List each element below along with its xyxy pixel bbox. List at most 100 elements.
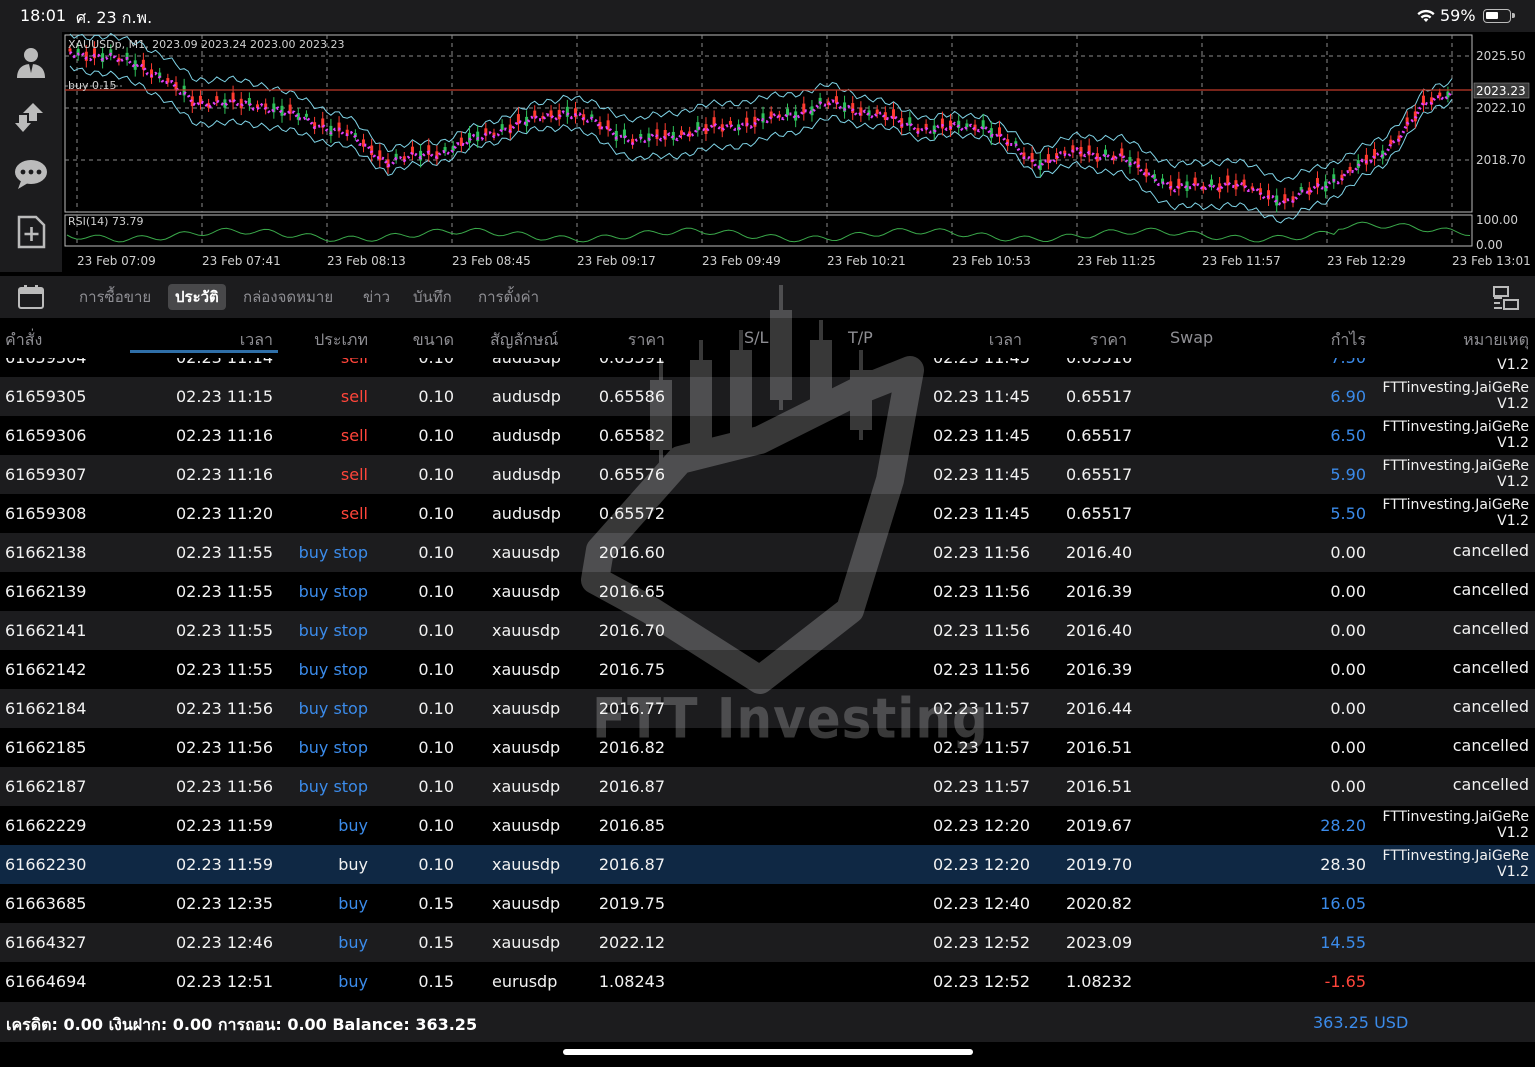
close-time: 02.23 11:45: [933, 504, 1030, 523]
history-table[interactable]: 61659304 02.23 11:14 sell 0.10 audusdp 0.6559…: [0, 358, 1535, 1002]
candle-body: [1103, 149, 1107, 155]
time-tick: 23 Feb 13:01: [1452, 254, 1531, 268]
open-time: 02.23 11:59: [176, 855, 273, 874]
profit: 6.50: [1330, 426, 1366, 445]
order-type: sell: [340, 387, 368, 406]
profit: 16.05: [1320, 894, 1366, 913]
candle-body: [655, 129, 659, 140]
open-time: 02.23 11:55: [176, 582, 273, 601]
open-time: 02.23 11:16: [176, 426, 273, 445]
order-size: 0.10: [418, 465, 454, 484]
table-row[interactable]: 61662187 02.23 11:56 buy stop 0.10 xauusdp 20…: [0, 767, 1535, 806]
col-close-time[interactable]: เวลา: [989, 328, 1022, 353]
trade-button[interactable]: [11, 97, 51, 137]
order-type: sell: [341, 358, 368, 367]
watermark-text: FTT Investing: [592, 687, 989, 751]
tab-settings[interactable]: การตั้งค่า: [471, 284, 546, 310]
tab-mailbox[interactable]: กล่องจดหมาย: [236, 284, 340, 310]
col-profit[interactable]: กำไร: [1331, 328, 1366, 353]
open-price: 1.08243: [598, 972, 665, 991]
col-comment[interactable]: หมายเหตุ: [1463, 328, 1529, 353]
table-row[interactable]: 61659308 02.23 11:20 sell 0.10 audusdp 0.6557…: [0, 494, 1535, 533]
symbol: xauusdp: [492, 660, 561, 679]
open-price: 2019.75: [598, 894, 665, 913]
order-size: 0.10: [418, 426, 454, 445]
table-row[interactable]: 61662139 02.23 11:55 buy stop 0.10 xauusdp 20…: [0, 572, 1535, 611]
col-sl[interactable]: S/L: [744, 328, 768, 347]
table-row[interactable]: 61662142 02.23 11:55 buy stop 0.10 xauusdp 20…: [0, 650, 1535, 689]
table-row[interactable]: 61662230 02.23 11:59 buy 0.10 xauusdp 2016.87…: [0, 845, 1535, 884]
order-size: 0.15: [418, 894, 454, 913]
close-price: 2016.51: [1066, 777, 1133, 796]
rsi-tick: 0.00: [1476, 238, 1503, 252]
col-size[interactable]: ขนาด: [413, 328, 454, 353]
close-price: 0.65517: [1066, 465, 1133, 484]
table-row[interactable]: 61662138 02.23 11:55 buy stop 0.10 xauusdp 20…: [0, 533, 1535, 572]
chart-canvas[interactable]: XAUUSDp, M1, 2023.09 2023.24 2023.00 202…: [62, 32, 1535, 272]
order-id: 61659305: [5, 387, 87, 406]
col-tp[interactable]: T/P: [848, 328, 873, 347]
comment-line-2: V1.2: [1497, 864, 1529, 880]
time-tick: 23 Feb 08:45: [452, 254, 531, 268]
open-time: 02.23 11:56: [176, 699, 273, 718]
open-price: 2016.65: [598, 582, 665, 601]
tab-trade[interactable]: การซื้อขาย: [72, 284, 158, 310]
profit: 0.00: [1330, 543, 1366, 562]
col-swap[interactable]: Swap: [1170, 328, 1213, 347]
order-size: 0.10: [418, 855, 454, 874]
price-tick: 2022.10: [1476, 101, 1526, 115]
comment: FTTinvesting.JaiGeReV1.2: [1382, 380, 1529, 412]
tab-journal[interactable]: บันทึก: [406, 284, 459, 310]
rsi-label: RSI(14) 73.79: [68, 215, 143, 228]
order-id: 61664327: [5, 933, 87, 952]
time-tick: 23 Feb 11:57: [1202, 254, 1281, 268]
close-price: 2016.39: [1066, 660, 1133, 679]
table-row[interactable]: 61659304 02.23 11:14 sell 0.10 audusdp 0.6559…: [0, 358, 1535, 377]
col-symbol[interactable]: สัญลักษณ์: [490, 328, 558, 353]
open-price: 2016.70: [598, 621, 665, 640]
price-chart[interactable]: XAUUSDp, M1, 2023.09 2023.24 2023.00 202…: [62, 32, 1535, 272]
table-row[interactable]: 61659305 02.23 11:15 sell 0.10 audusdp 0.6558…: [0, 377, 1535, 416]
close-price: 2023.09: [1066, 933, 1133, 952]
table-row[interactable]: 61663685 02.23 12:35 buy 0.15 xauusdp 2019.75…: [0, 884, 1535, 923]
chat-button[interactable]: [11, 154, 51, 194]
time-tick: 23 Feb 10:21: [827, 254, 906, 268]
calendar-icon[interactable]: [17, 284, 45, 310]
close-price: 0.65517: [1066, 426, 1133, 445]
col-price[interactable]: ราคา: [628, 328, 665, 353]
table-row[interactable]: 61659306 02.23 11:16 sell 0.10 audusdp 0.6558…: [0, 416, 1535, 455]
order-size: 0.10: [418, 582, 454, 601]
order-id: 61662185: [5, 738, 87, 757]
tab-history[interactable]: ประวัติ: [168, 284, 226, 310]
table-row[interactable]: 61662229 02.23 11:59 buy 0.10 xauusdp 2016.85…: [0, 806, 1535, 845]
order-size: 0.10: [418, 358, 454, 367]
col-close-price[interactable]: ราคา: [1090, 328, 1127, 353]
open-time: 02.23 12:46: [176, 933, 273, 952]
order-type: buy stop: [298, 582, 368, 601]
table-row[interactable]: 61662141 02.23 11:55 buy stop 0.10 xauusdp 20…: [0, 611, 1535, 650]
comment-line-1: FTTinvesting.JaiGeRe: [1382, 848, 1529, 864]
account-button[interactable]: [11, 42, 51, 82]
profit: 0.00: [1330, 660, 1366, 679]
table-row[interactable]: 61664694 02.23 12:51 buy 0.15 eurusdp 1.08243…: [0, 962, 1535, 1001]
home-indicator[interactable]: [563, 1049, 973, 1055]
comment-line-2: V1.2: [1497, 435, 1529, 451]
candle-body: [753, 116, 757, 127]
time-tick: 23 Feb 07:09: [77, 254, 156, 268]
order-size: 0.10: [418, 543, 454, 562]
table-row[interactable]: 61659307 02.23 11:16 sell 0.10 audusdp 0.6557…: [0, 455, 1535, 494]
order-size: 0.10: [418, 504, 454, 523]
symbol: audusdp: [492, 426, 561, 445]
col-order[interactable]: คำสั่ง: [5, 328, 42, 353]
time-tick: 23 Feb 09:17: [577, 254, 656, 268]
close-time: 02.23 11:56: [933, 660, 1030, 679]
table-row[interactable]: 61664327 02.23 12:46 buy 0.15 xauusdp 2022.12…: [0, 923, 1535, 962]
order-size: 0.10: [418, 777, 454, 796]
layout-icon[interactable]: [1492, 284, 1520, 312]
order-type: buy stop: [298, 699, 368, 718]
col-type[interactable]: ประเภท: [314, 328, 368, 353]
new-order-button[interactable]: [11, 212, 51, 252]
order-type: buy stop: [298, 660, 368, 679]
tab-news[interactable]: ข่าว: [356, 284, 397, 310]
candle-body: [785, 108, 789, 116]
